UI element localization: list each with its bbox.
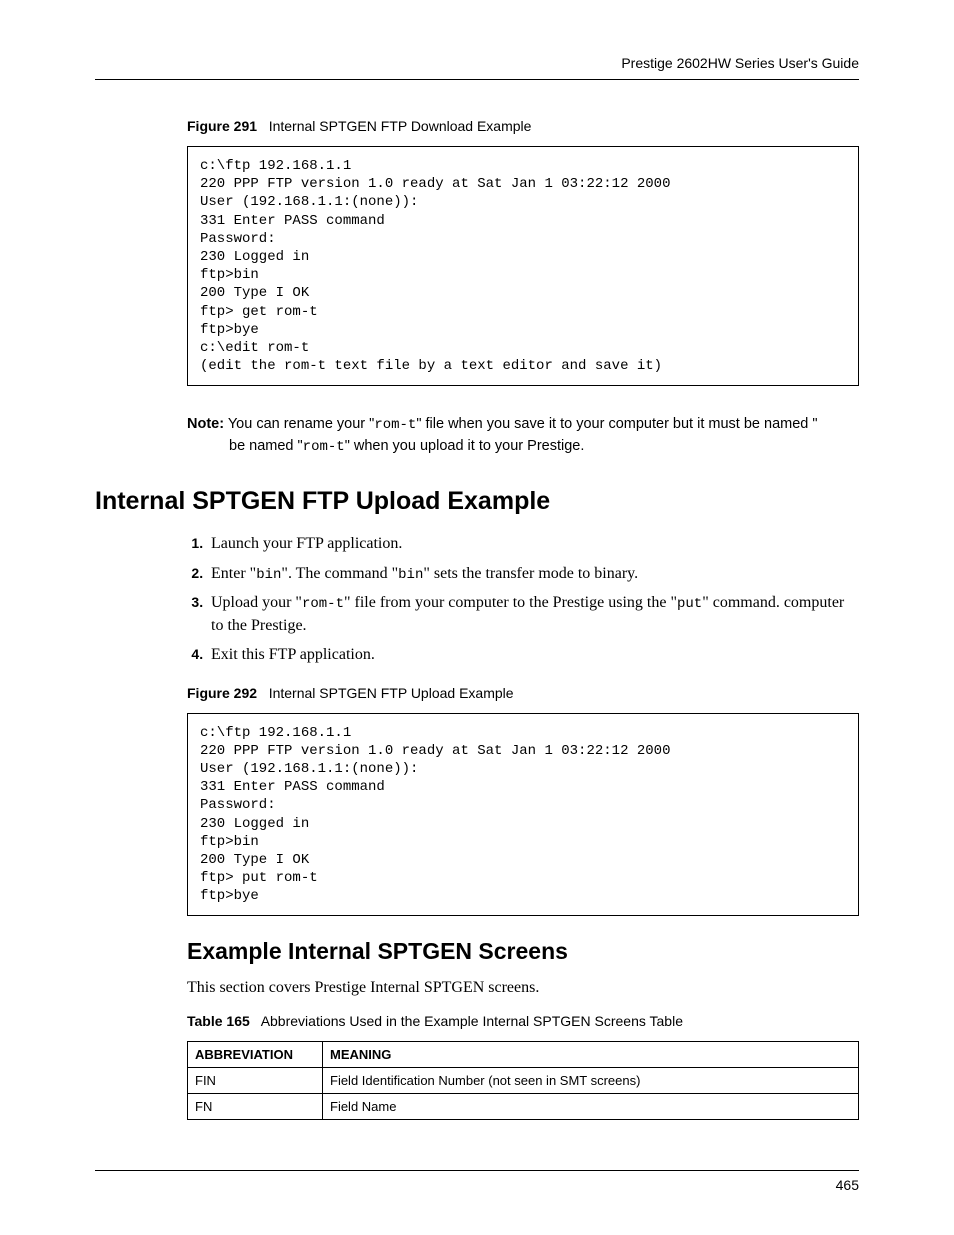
- page: Prestige 2602HW Series User's Guide Figu…: [0, 0, 954, 1235]
- note-block: Note: You can rename your "rom-t" file w…: [187, 414, 859, 457]
- table-165-text: Abbreviations Used in the Example Intern…: [261, 1013, 683, 1029]
- cell-abbr: FIN: [188, 1068, 323, 1094]
- cell-abbr: FN: [188, 1094, 323, 1120]
- figure-291-label: Figure 291: [187, 118, 257, 134]
- note-text-2: " file when you save it to your computer…: [416, 416, 817, 432]
- table-165: ABBREVIATION MEANING FIN Field Identific…: [187, 1041, 859, 1120]
- table-row: FN Field Name: [188, 1094, 859, 1120]
- content-area: Figure 291 Internal SPTGEN FTP Download …: [95, 80, 859, 1120]
- upload-steps: Launch your FTP application. Enter "bin"…: [187, 532, 859, 666]
- page-footer: 465: [95, 1170, 859, 1193]
- step-4: Exit this FTP application.: [207, 643, 859, 666]
- note-label: Note:: [187, 416, 224, 432]
- th-meaning: MEANING: [323, 1042, 859, 1068]
- table-165-label: Table 165: [187, 1013, 250, 1029]
- note-text-1: You can rename your ": [224, 416, 374, 432]
- th-abbreviation: ABBREVIATION: [188, 1042, 323, 1068]
- running-header: Prestige 2602HW Series User's Guide: [95, 55, 859, 80]
- upload-heading: Internal SPTGEN FTP Upload Example: [95, 487, 859, 516]
- step-2: Enter "bin". The command "bin" sets the …: [207, 562, 859, 585]
- figure-292-label: Figure 292: [187, 685, 257, 701]
- step-3: Upload your "rom-t" file from your compu…: [207, 591, 859, 637]
- screens-heading: Example Internal SPTGEN Screens: [187, 938, 859, 965]
- note-text-4: " when you upload it to your Prestige.: [345, 438, 585, 454]
- page-number: 465: [836, 1177, 859, 1193]
- table-header-row: ABBREVIATION MEANING: [188, 1042, 859, 1068]
- figure-291-caption: Figure 291 Internal SPTGEN FTP Download …: [187, 118, 859, 134]
- note-code-1: rom-t: [374, 417, 416, 433]
- figure-292-caption: Figure 292 Internal SPTGEN FTP Upload Ex…: [187, 685, 859, 701]
- cell-meaning: Field Name: [323, 1094, 859, 1120]
- figure-292-code: c:\ftp 192.168.1.1 220 PPP FTP version 1…: [187, 713, 859, 917]
- note-text-3: be named ": [229, 438, 303, 454]
- figure-291-text: Internal SPTGEN FTP Download Example: [269, 118, 532, 134]
- table-row: FIN Field Identification Number (not see…: [188, 1068, 859, 1094]
- note-continuation: be named "rom-t" when you upload it to y…: [187, 436, 859, 458]
- table-165-caption: Table 165 Abbreviations Used in the Exam…: [187, 1013, 859, 1029]
- note-code-2: rom-t: [303, 439, 345, 455]
- figure-291-code: c:\ftp 192.168.1.1 220 PPP FTP version 1…: [187, 146, 859, 386]
- cell-meaning: Field Identification Number (not seen in…: [323, 1068, 859, 1094]
- figure-292-text: Internal SPTGEN FTP Upload Example: [269, 685, 514, 701]
- screens-intro: This section covers Prestige Internal SP…: [187, 979, 859, 997]
- step-1: Launch your FTP application.: [207, 532, 859, 555]
